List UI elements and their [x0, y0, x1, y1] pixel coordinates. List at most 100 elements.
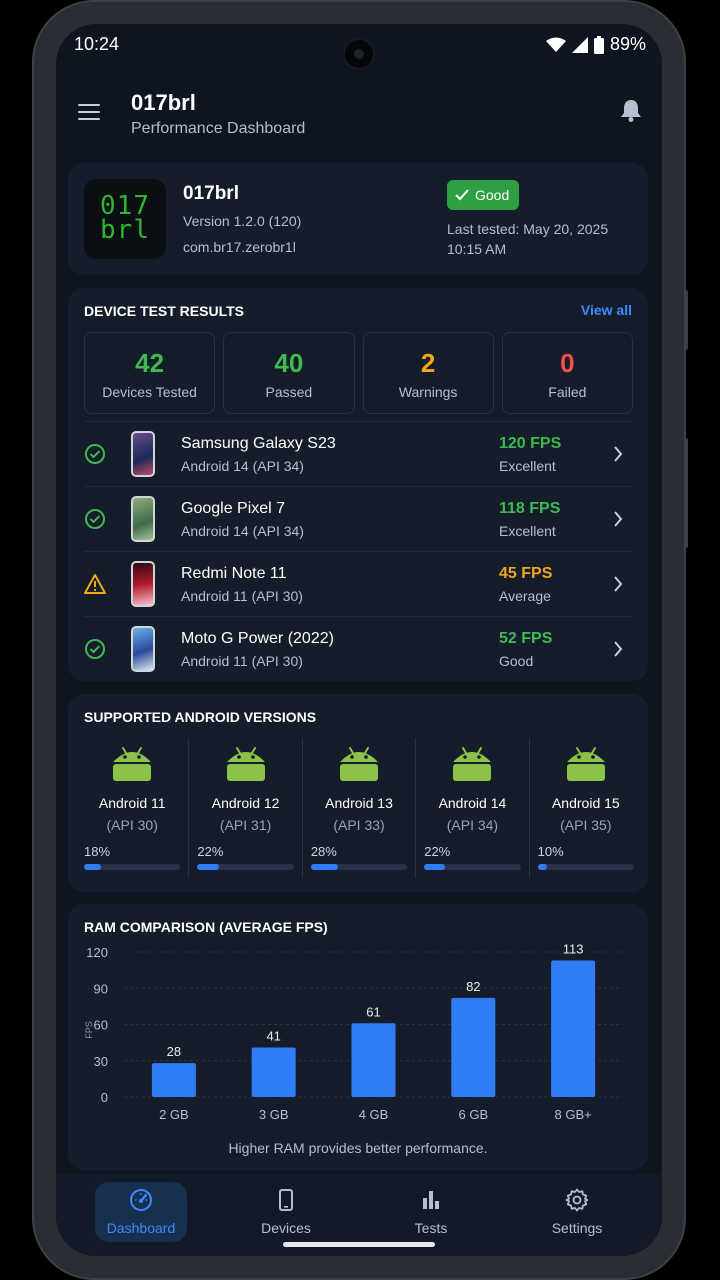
check-icon — [455, 189, 469, 201]
app-logo: 017 brl — [84, 179, 166, 259]
stat-warnings: 2 Warnings — [362, 332, 494, 414]
nav-label: Dashboard — [106, 1220, 176, 1236]
device-rating: Average — [499, 588, 551, 604]
nav-dashboard[interactable]: Dashboard — [95, 1182, 187, 1242]
device-row[interactable]: Redmi Note 11 Android 11 (API 30) 45 FPS… — [84, 551, 633, 616]
bar-4gb — [351, 1023, 396, 1097]
android-version-percent: 22% — [197, 844, 224, 859]
y-tick-label: 0 — [101, 1090, 108, 1105]
home-indicator[interactable] — [283, 1242, 435, 1247]
device-row[interactable]: Samsung Galaxy S23 Android 14 (API 34) 1… — [84, 421, 633, 486]
ram-bar-chart: 0 30 60 90 120 FPS 28 2 GB 41 3 GB 61 4 GB 82 6 GB 113… — [84, 944, 623, 1122]
stat-passed: 40 Passed — [223, 332, 355, 414]
stats-row: 42 Devices Tested 40 Passed 2 Warnings 0… — [84, 332, 633, 414]
status-badge-label: Good — [475, 187, 510, 203]
check-circle-icon — [85, 444, 105, 464]
y-tick-label: 30 — [94, 1054, 108, 1069]
usage-progress-bar — [84, 864, 181, 870]
app-package: com.br17.zerobr1l — [183, 239, 296, 255]
device-row[interactable]: Google Pixel 7 Android 14 (API 34) 118 F… — [84, 486, 633, 551]
battery-percent: 89% — [609, 34, 646, 54]
y-tick-label: 120 — [86, 945, 108, 960]
device-os: Android 11 (API 30) — [181, 588, 303, 604]
device-fps: 45 FPS — [499, 565, 553, 582]
phone-icon — [279, 1189, 293, 1211]
device-row[interactable]: Moto G Power (2022) Android 11 (API 30) … — [84, 616, 633, 681]
stat-label: Failed — [548, 384, 587, 400]
x-tick-label: 8 GB+ — [554, 1107, 591, 1122]
app-version: Version 1.2.0 (120) — [183, 213, 302, 229]
device-name: Moto G Power (2022) — [181, 630, 334, 647]
nav-label: Settings — [551, 1220, 603, 1236]
device-os: Android 14 (API 34) — [181, 458, 304, 474]
status-badge: Good — [447, 180, 520, 210]
speedometer-icon — [130, 1189, 152, 1211]
android-version-api: (API 33) — [333, 817, 385, 833]
nav-tests[interactable]: Tests — [385, 1182, 477, 1242]
usage-progress-bar — [424, 864, 521, 870]
stat-value: 2 — [420, 348, 436, 378]
bar-value-label: 28 — [167, 1044, 181, 1059]
menu-icon[interactable] — [78, 104, 100, 120]
device-rating: Good — [499, 653, 534, 669]
android-version-name: Android 14 — [438, 795, 507, 811]
android-robot-icon — [453, 747, 492, 781]
android-version-name: Android 12 — [211, 795, 280, 811]
android-versions-list: Android 11 (API 30) 18% Android 12 (API 31) 2… — [76, 738, 642, 878]
device-image — [131, 431, 155, 477]
bar-3gb — [251, 1047, 296, 1097]
nav-settings[interactable]: Settings — [531, 1182, 623, 1242]
view-all-link[interactable]: View all — [581, 302, 632, 318]
usage-progress-fill — [197, 864, 219, 870]
stat-failed: 0 Failed — [501, 332, 633, 414]
last-tested: Last tested: May 20, 2025 10:15 AM — [447, 221, 609, 257]
signal-icon — [571, 36, 588, 53]
stat-label: Devices Tested — [102, 384, 197, 400]
ram-comparison-card: RAM COMPARISON (AVERAGE FPS) 0 30 60 90 120 F… — [68, 904, 648, 1170]
chevron-right-icon — [614, 576, 623, 592]
device-os: Android 11 (API 30) — [181, 653, 303, 669]
device-name: Samsung Galaxy S23 — [181, 435, 336, 452]
bar-value-label: 41 — [266, 1028, 280, 1043]
battery-icon — [593, 35, 604, 54]
android-version-percent: 10% — [537, 844, 564, 859]
usage-progress-bar — [197, 864, 294, 870]
android-version-item: Android 15 (API 35) 10% — [528, 738, 642, 878]
bar-value-label: 82 — [466, 979, 480, 994]
y-tick-label: 60 — [94, 1018, 108, 1033]
stat-value: 40 — [274, 348, 304, 378]
android-robot-icon — [226, 747, 265, 781]
usage-progress-fill — [537, 864, 548, 870]
bar-value-label: 113 — [563, 944, 584, 956]
android-version-api: (API 30) — [106, 817, 158, 833]
chevron-right-icon — [614, 446, 623, 462]
x-tick-label: 6 GB — [458, 1107, 488, 1122]
app-title: 017brl — [131, 90, 196, 115]
notification-bell-icon[interactable] — [620, 98, 642, 122]
device-fps: 118 FPS — [499, 500, 561, 517]
android-robot-icon — [113, 747, 152, 781]
app-subtitle: Performance Dashboard — [131, 120, 306, 137]
stat-value: 42 — [135, 348, 165, 378]
bar-8gb — [551, 960, 596, 1097]
android-versions-card: SUPPORTED ANDROID VERSIONS Android 11 (AP… — [68, 694, 648, 892]
stat-label: Passed — [265, 384, 313, 400]
android-version-percent: 22% — [424, 844, 451, 859]
chart-title: RAM COMPARISON (AVERAGE FPS) — [84, 919, 328, 935]
nav-devices[interactable]: Devices — [240, 1182, 332, 1242]
section-title: DEVICE TEST RESULTS — [84, 303, 244, 319]
stat-value: 0 — [560, 348, 575, 378]
status-time: 10:24 — [74, 34, 120, 54]
warning-icon — [84, 574, 106, 594]
device-image — [131, 496, 155, 542]
nav-label: Tests — [414, 1220, 448, 1236]
android-version-item: Android 13 (API 33) 28% — [301, 738, 415, 878]
stat-label: Warnings — [398, 384, 458, 400]
android-version-name: Android 11 — [98, 795, 166, 811]
android-version-name: Android 15 — [551, 795, 620, 811]
nav-label: Devices — [261, 1220, 311, 1236]
bar-value-label: 61 — [366, 1004, 380, 1019]
x-tick-label: 3 GB — [259, 1107, 289, 1122]
android-version-api: (API 35) — [560, 817, 612, 833]
screen: 10:24 89% 017brl Performance Dashboard 0… — [56, 24, 662, 1256]
